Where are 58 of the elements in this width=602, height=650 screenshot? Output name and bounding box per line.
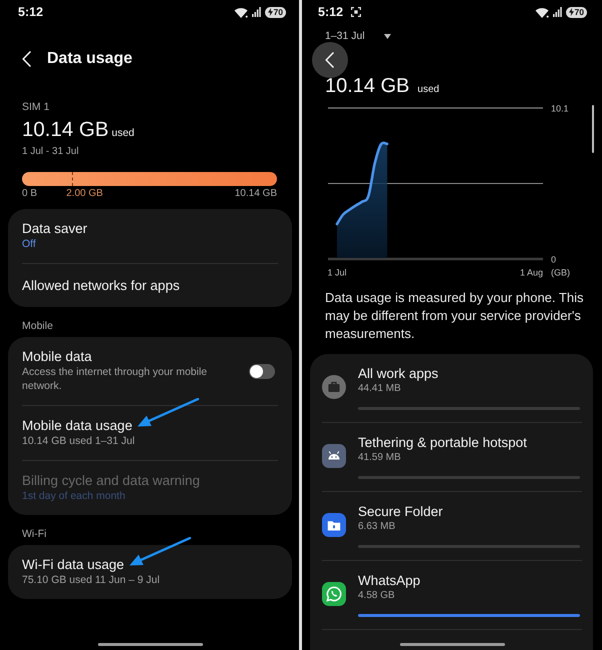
setting-summary: Off — [22, 237, 37, 251]
unit-label: used — [112, 127, 134, 139]
axis-label: 10.1 — [551, 104, 569, 114]
caret-icon — [384, 34, 391, 38]
period-dropdown[interactable]: 1–31 Jul — [325, 30, 391, 42]
scroll-indicator — [592, 105, 594, 153]
screen-title: Data usage — [47, 50, 132, 68]
setting-title[interactable]: Mobile data usage — [22, 418, 132, 433]
setting-summary: 1st day of each month — [22, 489, 126, 503]
battery-level: 70 — [274, 6, 283, 18]
wifi-icon — [234, 6, 248, 18]
signal-icon — [552, 7, 562, 17]
axis-label: (GB) — [551, 268, 570, 278]
data-amount: 10.14 GB — [22, 118, 109, 141]
axis-label: 1 Jul — [328, 268, 346, 278]
briefcase-icon — [322, 375, 346, 399]
clock-time: 5:12 — [18, 5, 44, 19]
app-usage: 44.41 MB — [358, 382, 402, 396]
setting-description: Access the internet through your mobile network. — [22, 365, 208, 393]
setting-title[interactable]: Allowed networks for apps — [22, 278, 180, 293]
section-header: Wi-Fi — [21, 527, 48, 542]
setting-title[interactable]: Data saver — [22, 221, 88, 236]
setting-title[interactable]: Wi-Fi data usage — [22, 557, 124, 572]
setting-description: 10.14 GB used 1–31 Jul — [22, 434, 136, 448]
toggle-switch[interactable] — [249, 364, 275, 378]
app-name[interactable]: Tethering & portable hotspot — [358, 435, 580, 451]
info-text: Data usage is measured by your phone. This may be different from your service provider's measurements. — [325, 289, 584, 343]
clock-time: 5:12 — [318, 5, 344, 19]
battery-level: 70 — [574, 6, 584, 18]
wifi-icon — [534, 6, 549, 18]
warning-label: 2.00 GB — [66, 188, 103, 200]
folder-icon — [322, 513, 346, 537]
app-usage: 4.58 GB — [358, 589, 396, 603]
scale-max-label: 10.14 GB — [234, 188, 277, 200]
setting-description: 75.10 GB used 11 Jun – 9 Jul — [22, 573, 161, 587]
setting-title: Billing cycle and data warning — [22, 473, 200, 488]
app-name[interactable]: Secure Folder — [358, 504, 580, 520]
phone-bubble-icon — [322, 582, 346, 606]
sim-label: SIM 1 — [22, 100, 50, 114]
signal-icon — [252, 7, 261, 17]
bolt-icon — [568, 8, 574, 16]
unit-label: used — [418, 84, 440, 95]
robot-icon — [322, 444, 346, 468]
app-usage: 6.63 MB — [358, 520, 396, 534]
chevron-left-icon — [324, 52, 334, 68]
app-usage: 41.59 MB — [358, 451, 402, 465]
axis-label: 0 — [551, 254, 556, 264]
period-label: 1 Jul - 31 Jul — [22, 146, 80, 158]
axis-label: 1 Aug — [520, 268, 544, 278]
section-header: Mobile — [21, 319, 54, 334]
app-name[interactable]: WhatsApp — [358, 573, 580, 589]
chevron-left-icon — [22, 51, 31, 67]
setting-title[interactable]: Mobile data — [22, 349, 92, 364]
app-name[interactable]: All work apps — [358, 366, 580, 382]
data-amount: 10.14 GB — [325, 75, 410, 97]
bolt-icon — [268, 8, 273, 16]
back-button[interactable] — [312, 42, 348, 78]
scale-min-label: 0 B — [22, 188, 38, 200]
